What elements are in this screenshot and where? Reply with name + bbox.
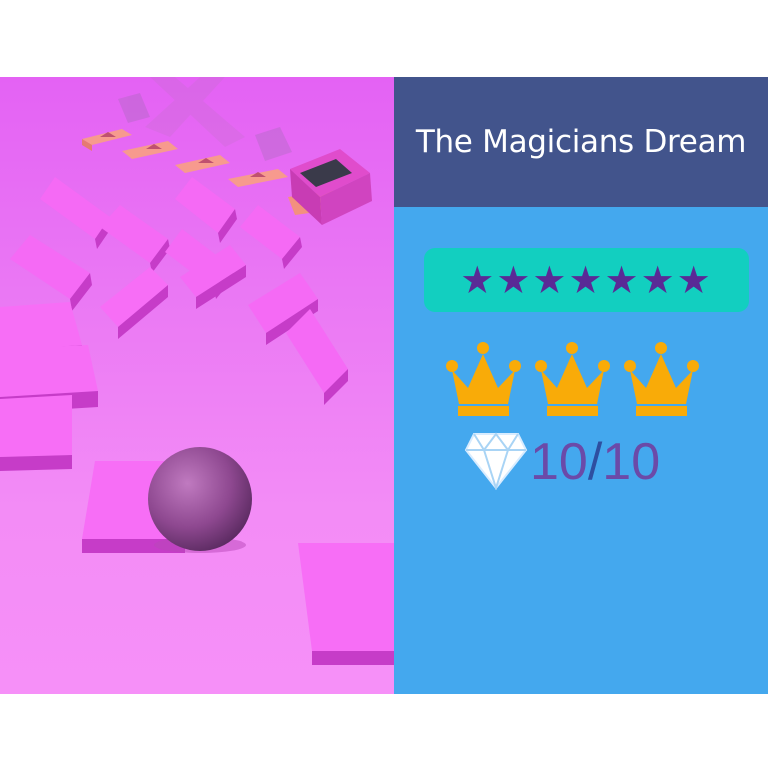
level-title: The Magicians Dream: [415, 124, 747, 160]
gems-count: 10/10: [530, 427, 660, 497]
crown-icon: [535, 342, 610, 416]
diamond-icon: [464, 432, 528, 490]
game-scene-graphics: [0, 77, 394, 665]
player-ball: [148, 447, 252, 551]
game-scene: [0, 77, 394, 694]
gems-total: 10: [602, 433, 661, 491]
crown-icon: [446, 342, 521, 416]
gems-counter: 10/10: [464, 427, 724, 497]
gems-separator: /: [587, 433, 603, 491]
star-icons: ★★★★★★★: [460, 258, 713, 302]
title-bar: The Magicians Dream: [394, 77, 768, 207]
crowns-row: [446, 340, 706, 420]
results-panel: The Magicians Dream ★★★★★★★ 10/10: [394, 77, 768, 694]
crown-icon: [624, 342, 699, 416]
gems-collected: 10: [530, 433, 588, 491]
floor-tiles: [0, 177, 394, 665]
star-rating: ★★★★★★★: [424, 248, 749, 312]
level-complete-screen: The Magicians Dream ★★★★★★★ 10/10: [0, 77, 768, 694]
